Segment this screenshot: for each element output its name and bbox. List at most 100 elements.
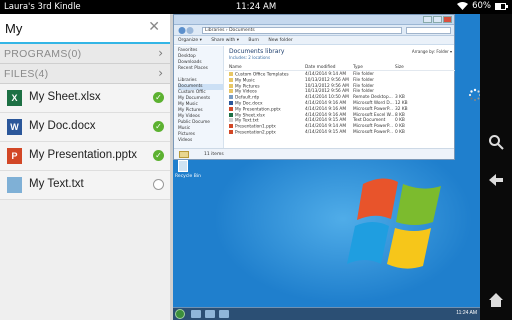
cell-type: Microsoft Word D... xyxy=(353,101,394,106)
address-bar[interactable]: Libraries › Documents xyxy=(202,27,402,34)
windows-logo xyxy=(347,178,441,269)
explorer-address-row: Libraries › Documents xyxy=(174,25,454,36)
arrange-by[interactable]: Arrange by: Folder ▾ xyxy=(412,49,452,54)
check-icon[interactable]: ✓ xyxy=(153,92,164,103)
explorer-content: Documents library Includes: 2 locations … xyxy=(225,46,455,150)
column-name[interactable]: Name xyxy=(229,65,242,70)
kindle-nav-bar xyxy=(480,14,512,320)
cell-name-text: Presentation1.pptx xyxy=(235,124,276,130)
table-row[interactable]: Presentation2.pptx 4/14/2014 9:15 AM Micro… xyxy=(225,130,455,136)
files-section-label: FILES(4) xyxy=(4,68,49,80)
toolbar-share[interactable]: Share with ▾ xyxy=(211,38,239,43)
chevron-right-icon: › xyxy=(158,46,163,60)
home-icon[interactable] xyxy=(488,292,504,308)
powerpoint-icon: P xyxy=(7,148,22,164)
table-row[interactable]: My Presentation.pptx 4/14/2014 9:16 AM Mic… xyxy=(225,106,455,112)
column-type[interactable]: Type xyxy=(353,65,363,70)
file-row[interactable]: My Text.txt xyxy=(0,171,170,200)
taskbar-explorer-icon[interactable] xyxy=(205,310,215,318)
back-arrow-icon[interactable] xyxy=(488,172,504,188)
search-input[interactable] xyxy=(5,18,145,38)
cell-date: 10/13/2012 9:56 AM xyxy=(305,77,349,83)
word-icon: W xyxy=(7,119,22,135)
files-section-header[interactable]: FILES(4) › xyxy=(0,64,170,84)
cell-date: 4/14/2014 10:50 AM xyxy=(305,95,349,101)
maximize-icon[interactable] xyxy=(433,16,442,23)
wifi-icon xyxy=(457,2,469,10)
explorer-nav-pane: Favorites Desktop Downloads Recent Places Li… xyxy=(174,46,224,161)
toolbar-burn[interactable]: Burn xyxy=(248,38,259,43)
close-icon[interactable] xyxy=(443,16,452,23)
cell-type: Microsoft PowerP... xyxy=(353,124,393,130)
toolbar-new-folder[interactable]: New folder xyxy=(268,38,292,43)
file-type-icon xyxy=(229,83,233,88)
table-row[interactable]: Custom Office Templates 4/14/2014 9:14 AM… xyxy=(225,72,455,78)
file-row[interactable]: W My Doc.docx ✓ xyxy=(0,113,170,142)
column-date[interactable]: Date modified xyxy=(305,65,335,70)
programs-section-header[interactable]: PROGRAMS(0) › xyxy=(0,44,170,64)
cell-name-text: Custom Office Templates xyxy=(235,72,289,78)
table-row[interactable]: My Doc.docx 4/14/2014 9:16 AM Microsoft Wo… xyxy=(225,101,455,107)
minimize-icon[interactable] xyxy=(423,16,432,23)
cell-name-text: My Sheet.xlsx xyxy=(235,113,265,119)
file-row[interactable]: P My Presentation.pptx ✓ xyxy=(0,142,170,171)
search-icon[interactable] xyxy=(488,134,504,150)
cell-type: Remote Desktop... xyxy=(353,95,393,101)
back-icon[interactable] xyxy=(178,26,194,35)
cell-size: 12 KB xyxy=(395,101,408,106)
cell-type: Microsoft PowerP... xyxy=(353,130,393,135)
table-row[interactable]: Default.rdp 4/14/2014 10:50 AM Remote Desk… xyxy=(225,95,455,101)
cell-type: File folder xyxy=(353,72,375,77)
cell-date: 4/14/2014 9:16 AM xyxy=(305,101,347,106)
file-type-icon xyxy=(229,124,233,129)
cell-size: 32 KB xyxy=(395,106,408,112)
check-icon[interactable]: ✓ xyxy=(153,121,164,132)
file-list: X My Sheet.xlsx ✓ W My Doc.docx ✓ P My Presenta… xyxy=(0,84,170,200)
taskbar-ie-icon[interactable] xyxy=(191,310,201,318)
tray-clock: 11:24 AM xyxy=(456,310,477,316)
cell-size: 3 KB xyxy=(395,95,405,101)
cell-name-text: Presentation2.pptx xyxy=(235,130,276,136)
text-file-icon xyxy=(7,177,22,193)
file-row[interactable]: X My Sheet.xlsx ✓ xyxy=(0,84,170,113)
status-icons: 60% xyxy=(457,1,508,11)
library-subtitle[interactable]: Includes: 2 locations xyxy=(225,55,455,60)
recycle-bin-label: Recycle Bin xyxy=(175,174,201,179)
file-name: My Sheet.xlsx xyxy=(29,91,101,103)
taskbar-media-icon[interactable] xyxy=(219,310,229,318)
explorer-toolbar: Organize ▾ Share with ▾ Burn New folder xyxy=(174,36,454,45)
explorer-window[interactable]: Libraries › Documents Organize ▾ Share w… xyxy=(173,14,455,161)
start-button[interactable] xyxy=(175,309,185,319)
excel-icon: X xyxy=(7,90,22,106)
cell-name-text: Default.rdp xyxy=(235,95,260,101)
cell-name-text: My Videos xyxy=(235,89,257,95)
file-name: My Text.txt xyxy=(29,178,84,190)
battery-percent: 60% xyxy=(472,1,491,11)
file-type-icon xyxy=(229,118,233,123)
chevron-right-icon: › xyxy=(158,66,163,80)
column-size[interactable]: Size xyxy=(395,65,404,70)
remote-desktop[interactable]: Recycle Bin Libraries › Documents Organi… xyxy=(173,14,480,320)
close-icon[interactable]: ✕ xyxy=(148,19,160,35)
cell-date: 4/14/2014 9:14 AM xyxy=(305,72,347,77)
file-name: My Presentation.pptx xyxy=(29,149,138,161)
file-type-icon xyxy=(229,72,233,76)
file-type-icon xyxy=(229,106,233,111)
search-bar: ✕ xyxy=(0,14,170,44)
explorer-search-box[interactable] xyxy=(406,27,451,34)
clock: 11:24 AM xyxy=(235,2,277,12)
table-row[interactable]: My Music 10/13/2012 9:56 AM File folder xyxy=(225,77,455,83)
unchecked-circle-icon[interactable] xyxy=(153,179,164,190)
file-type-icon xyxy=(229,95,233,100)
table-row[interactable]: Presentation1.pptx 4/14/2014 9:14 AM Micro… xyxy=(225,124,455,130)
status-bar: Laura's 3rd Kindle 11:24 AM 60% xyxy=(0,0,512,14)
column-headers: Name Date modified Type Size xyxy=(225,65,455,71)
cell-type: File folder xyxy=(353,77,375,83)
battery-icon xyxy=(495,2,508,10)
cell-name-text: My Doc.docx xyxy=(235,101,263,107)
file-type-icon xyxy=(229,101,233,105)
toolbar-organize[interactable]: Organize ▾ xyxy=(178,38,202,43)
cell-size: 0 KB xyxy=(395,124,405,130)
check-icon[interactable]: ✓ xyxy=(153,150,164,161)
explorer-titlebar[interactable] xyxy=(174,15,454,25)
